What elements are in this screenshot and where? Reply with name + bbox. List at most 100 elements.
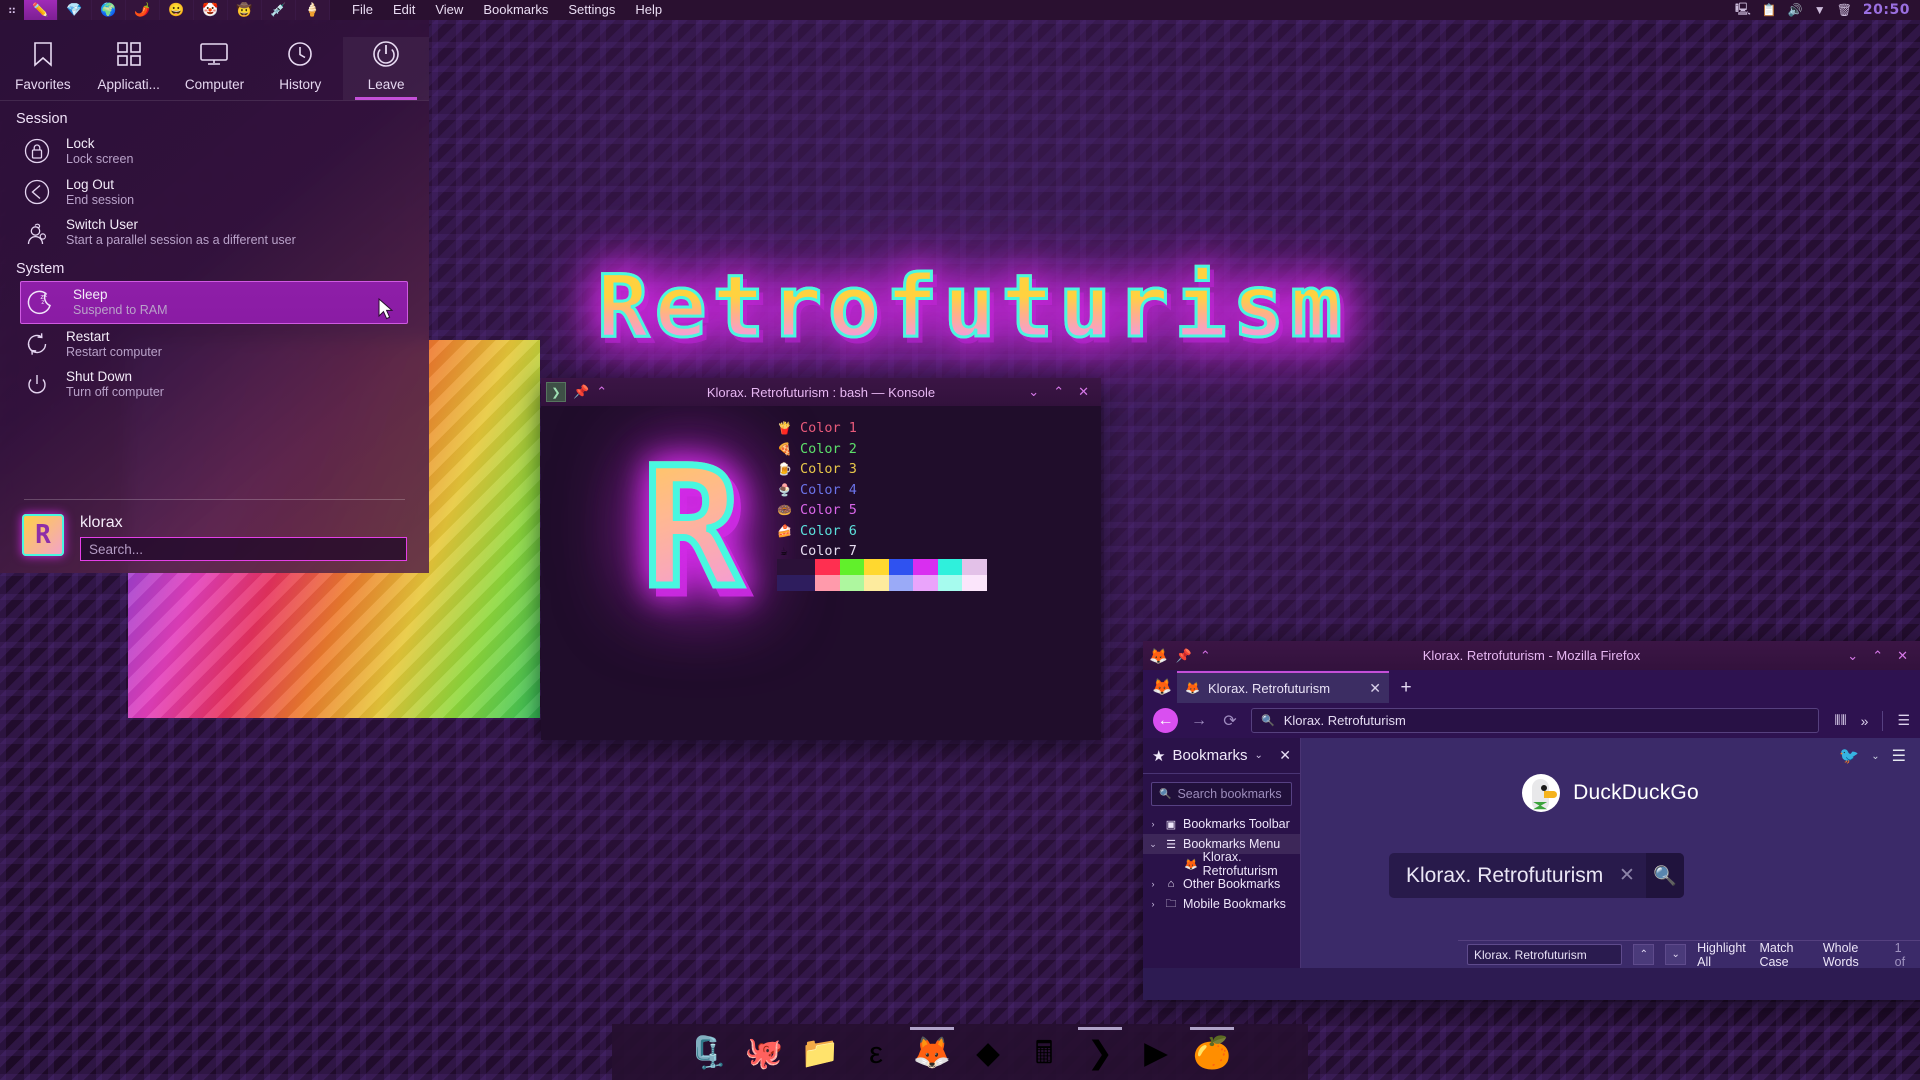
konsole-window[interactable]: ❯ 📌 ⌃ Klorax. Retrofuturism : bash — Kon… [541,378,1101,740]
firefox-window[interactable]: 🦊 📌 ⌃ Klorax. Retrofuturism - Mozilla Fi… [1143,641,1920,1000]
clock[interactable]: 20:50 [1863,2,1910,18]
menu-item-restart[interactable]: Restart Restart computer [0,324,429,365]
kde-menu-icon[interactable]: ⠶ [0,0,24,20]
duckduckgo-search-box[interactable]: Klorax. Retrofuturism ✕ 🔍 [1389,853,1684,898]
konsole-titlebar[interactable]: ❯ 📌 ⌃ Klorax. Retrofuturism : bash — Kon… [541,378,1101,406]
menu-edit[interactable]: Edit [383,0,425,20]
find-previous-button[interactable]: ⌃ [1633,944,1655,965]
pin-icon[interactable]: 📌 [1176,648,1192,664]
menu-bookmarks[interactable]: Bookmarks [473,0,558,20]
menu-item-log-out[interactable]: Log Out End session [0,172,429,213]
dock-item-calculator[interactable]: 🖩 [1022,1030,1066,1074]
launcher-tabs[interactable]: Favorites Applicati... Computer History Leav… [0,20,429,100]
menu-file[interactable]: File [342,0,383,20]
app-menu-icon[interactable]: ❯ [546,382,566,402]
activity-7[interactable]: 🤠 [228,0,262,20]
browser-tab[interactable]: 🦊 Klorax. Retrofuturism ✕ [1177,671,1389,703]
search-query-text[interactable]: Klorax. Retrofuturism [1389,864,1608,888]
activity-5[interactable]: 😀 [160,0,194,20]
task-dock[interactable]: 🗜️ 🐙 📁 ε 🦊 ◆ 🖩 ❯ ▶ 🍊 [612,1024,1308,1080]
trash-icon[interactable]: 🗑 [1837,3,1852,17]
close-icon[interactable]: ✕ [1078,384,1089,400]
tab-history[interactable]: History [257,37,343,100]
konsole-terminal-body[interactable]: R 🍟 Color 1 🍕 Color 2 🍺 Color 3 🍨 Color 4 🍩 Color… [541,406,1101,740]
bookmark-item[interactable]: › ⌂ Other Bookmarks [1143,874,1300,894]
search-submit-icon[interactable]: 🔍 [1646,853,1684,898]
dock-item-file-manager[interactable]: 📁 [798,1030,842,1074]
avatar[interactable]: R [22,514,64,556]
close-icon[interactable]: ✕ [1897,648,1908,664]
twitter-icon[interactable]: 🐦 [1839,746,1859,766]
activity-4[interactable]: 🌶️ [126,0,160,20]
activity-6[interactable]: 🤡 [194,0,228,20]
display-icon[interactable]: 🖳 [1735,0,1751,21]
url-bar[interactable]: 🔍 Klorax. Retrofuturism [1251,708,1820,733]
tab-computer[interactable]: Computer [172,37,258,100]
dock-item-konsole[interactable]: ❯ [1078,1030,1122,1074]
dock-item-gimp-dark[interactable]: ◆ [966,1030,1010,1074]
bookmarks-tree[interactable]: › ▣ Bookmarks Toolbar ⌄ ☰ Bookmarks Menu 🦊 Klor… [1143,814,1300,914]
chevron-down-icon[interactable]: ⌄ [1871,751,1879,762]
tab-leave[interactable]: Leave [343,37,429,100]
bookmark-item[interactable]: 🦊 Klorax. Retrofuturism [1143,850,1300,878]
activity-switcher[interactable]: ✏️ 💎 🌍 🌶️ 😀 🤡 🤠 💉 🍦 [24,0,330,20]
chevron-down-icon[interactable]: ⌄ [1254,750,1262,761]
activity-9[interactable]: 🍦 [296,0,330,20]
launcher-content[interactable]: Session Lock Lock screen Log Out End session… [0,103,429,405]
chevron-double-right-icon[interactable]: » [1861,713,1869,729]
clipboard-icon[interactable]: 📋 [1762,3,1777,17]
new-tab-button[interactable]: + [1391,673,1421,703]
close-icon[interactable]: ✕ [1279,747,1291,764]
bookmark-item[interactable]: › ▣ Bookmarks Toolbar [1143,814,1300,834]
minimize-icon[interactable]: ⌄ [1028,384,1039,400]
activity-8[interactable]: 💉 [262,0,296,20]
minimize-icon[interactable]: ⌄ [1847,648,1858,664]
reload-button[interactable]: ⟳ [1220,711,1240,731]
tab-favorites[interactable]: Favorites [0,37,86,100]
clear-search-icon[interactable]: ✕ [1608,864,1646,887]
bookmark-item[interactable]: › 🗀 Mobile Bookmarks [1143,894,1300,914]
activity-2[interactable]: 💎 [58,0,92,20]
find-next-button[interactable]: ⌄ [1665,944,1687,965]
chevron-down-icon[interactable]: ▼ [1814,3,1826,17]
tab-close-icon[interactable]: ✕ [1369,680,1381,697]
firefox-tab-strip[interactable]: 🦊 🦊 Klorax. Retrofuturism ✕ + [1143,670,1920,703]
twisty-icon[interactable]: › [1147,879,1159,889]
back-button[interactable]: ← [1153,708,1178,733]
menu-item-switch-user[interactable]: Switch User Start a parallel session as a… [0,212,429,253]
activity-3[interactable]: 🌍 [92,0,126,20]
menu-settings[interactable]: Settings [558,0,625,20]
bookmarks-sidebar[interactable]: ★ Bookmarks ⌄ ✕ 🔍 Search bookmarks › ▣ Boo… [1143,738,1301,968]
volume-icon[interactable]: 🔊 [1788,3,1803,17]
dock-item-krita[interactable]: 🐙 [742,1030,786,1074]
menu-item-shut-down[interactable]: Shut Down Turn off computer [0,364,429,405]
activity-1[interactable]: ✏️ [24,0,58,20]
firefox-titlebar[interactable]: 🦊 📌 ⌃ Klorax. Retrofuturism - Mozilla Fi… [1143,641,1920,670]
dock-item-archive-manager[interactable]: 🗜️ [686,1030,730,1074]
maximize-icon[interactable]: ⌃ [1053,384,1064,400]
page-content[interactable]: 🐦 ⌄ ☰ DuckDuckGo Klorax. Retrofuturism ✕… [1301,738,1920,969]
library-icon[interactable]: ⦀⦀ [1834,712,1846,729]
twisty-icon[interactable]: ⌄ [1147,839,1159,850]
highlight-all-button[interactable]: Highlight All [1697,941,1748,969]
hamburger-icon[interactable]: ☰ [1892,746,1906,766]
launcher-footer[interactable]: R klorax Search... [0,499,429,573]
find-bar[interactable]: Klorax. Retrofuturism ⌃ ⌄ Highlight All … [1458,940,1920,969]
find-input[interactable]: Klorax. Retrofuturism [1467,944,1623,965]
menu-item-sleep[interactable]: z z z Sleep Suspend to RAM [20,281,408,324]
keep-above-icon[interactable]: ⌃ [596,384,607,400]
top-panel[interactable]: ⠶ ✏️ 💎 🌍 🌶️ 😀 🤡 🤠 💉 🍦 File Edit View Bookmarks Setti… [0,0,1920,20]
menu-view[interactable]: View [425,0,473,20]
twisty-icon[interactable]: › [1147,819,1159,829]
dock-item-media-player[interactable]: ▶ [1134,1030,1178,1074]
global-menu-bar[interactable]: File Edit View Bookmarks Settings Help [342,0,672,20]
tab-applicati[interactable]: Applicati... [86,37,172,100]
dock-item-emacs[interactable]: ε [854,1030,898,1074]
dock-item-firefox[interactable]: 🦊 [910,1030,954,1074]
application-launcher-menu[interactable]: Favorites Applicati... Computer History Leav… [0,20,429,573]
dock-item-orange-app[interactable]: 🍊 [1190,1030,1234,1074]
hamburger-icon[interactable]: ☰ [1897,712,1910,729]
match-case-button[interactable]: Match Case [1759,941,1811,969]
system-tray[interactable]: 🖳 📋 🔊 ▼ 🗑 20:50 [1735,0,1920,21]
twisty-icon[interactable]: › [1147,899,1159,909]
